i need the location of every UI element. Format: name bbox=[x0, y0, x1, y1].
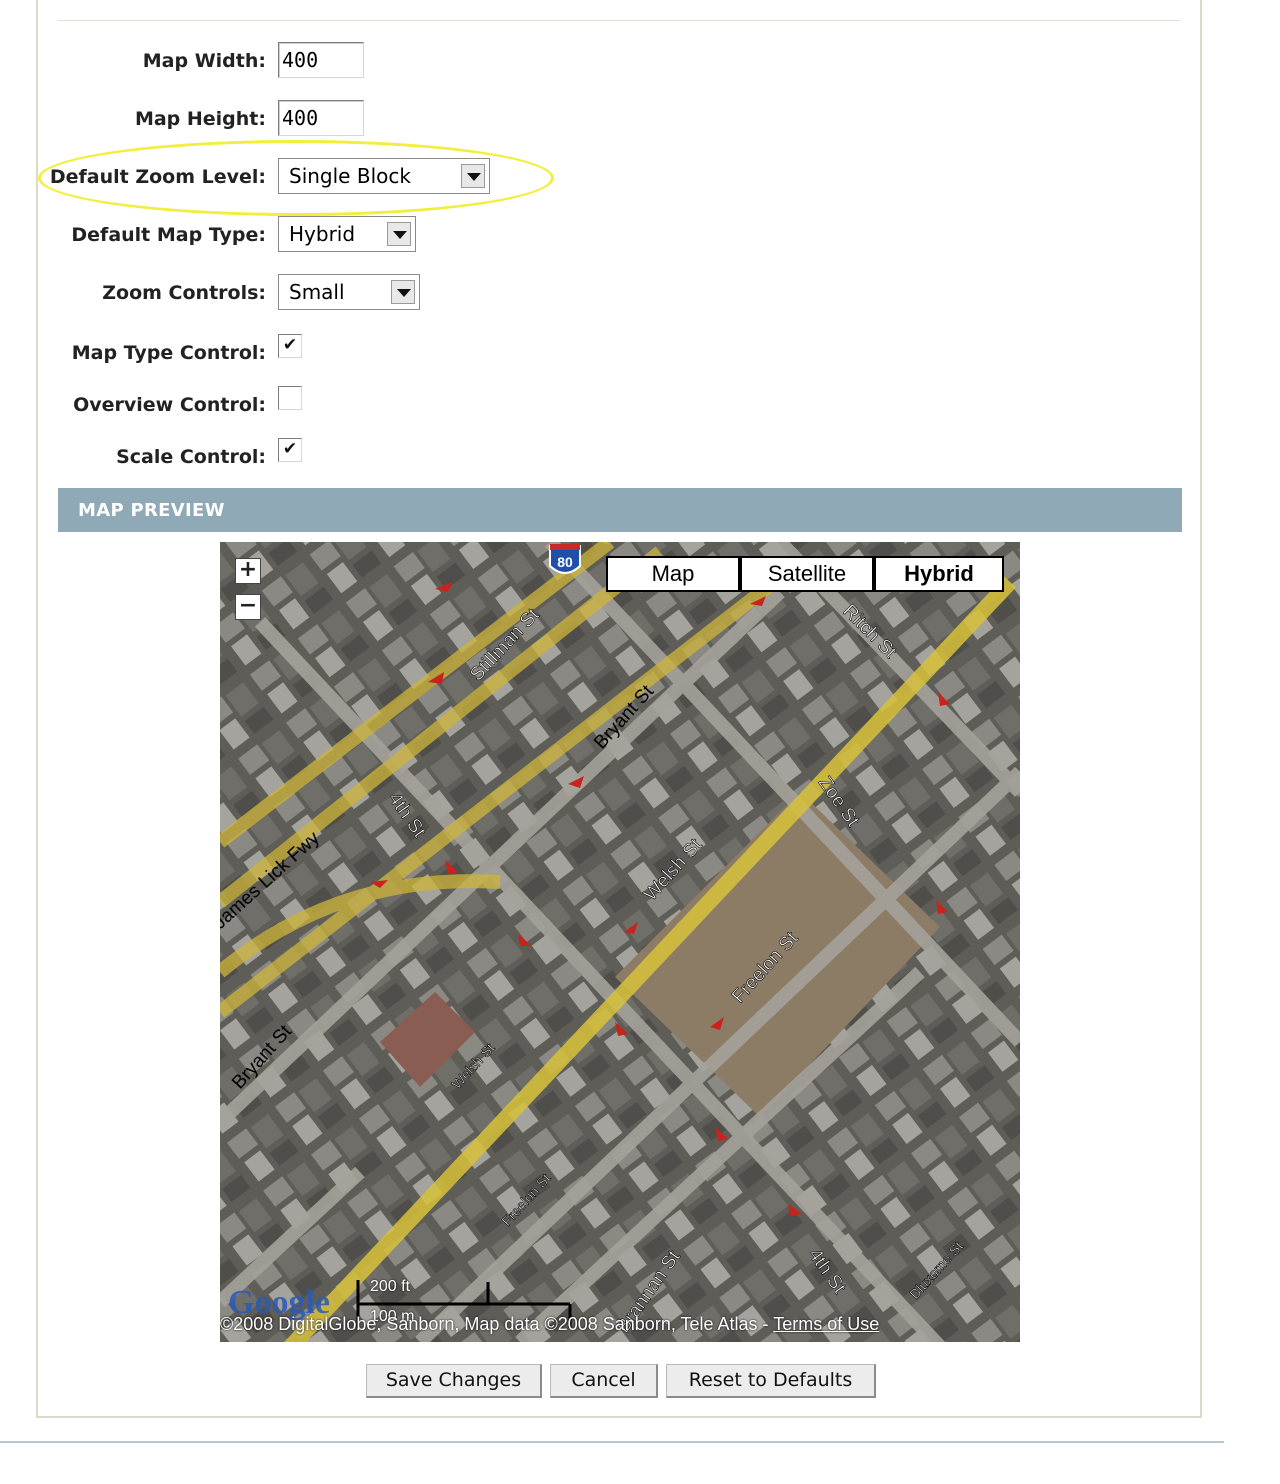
map-height-input[interactable]: 400 bbox=[278, 100, 364, 136]
cancel-button[interactable]: Cancel bbox=[550, 1364, 658, 1398]
top-divider bbox=[58, 20, 1180, 21]
zoom-controls-value: Small bbox=[289, 280, 345, 304]
map-preview[interactable]: Stillman St Ritch St Zoe St 4th St Welsh… bbox=[220, 542, 1020, 1342]
map-type-control-row: Map Type Control: ✔ bbox=[0, 334, 1280, 374]
map-type-satellite-button[interactable]: Satellite bbox=[740, 556, 874, 592]
zoom-in-button[interactable]: + bbox=[235, 558, 261, 584]
map-height-row: Map Height: 400 bbox=[0, 100, 1280, 140]
map-width-input[interactable]: 400 bbox=[278, 42, 364, 78]
map-preview-header: MAP PREVIEW bbox=[58, 488, 1182, 532]
terms-of-use-link[interactable]: Terms of Use bbox=[773, 1314, 879, 1334]
map-type-map-button[interactable]: Map bbox=[606, 556, 740, 592]
copyright-text: ©2008 DigitalGlobe, Sanborn, Map data ©2… bbox=[220, 1314, 774, 1334]
bottom-divider bbox=[0, 1441, 1224, 1443]
chevron-down-icon[interactable] bbox=[387, 222, 411, 246]
scale-feet-label: 200 ft bbox=[370, 1278, 411, 1295]
map-type-hybrid-button[interactable]: Hybrid bbox=[874, 556, 1004, 592]
default-map-type-value: Hybrid bbox=[289, 222, 356, 246]
scale-control-row: Scale Control: ✔ bbox=[0, 438, 1280, 478]
map-width-row: Map Width: 400 bbox=[0, 42, 1280, 82]
zoom-out-button[interactable]: − bbox=[235, 594, 261, 620]
scale-control-checkbox[interactable]: ✔ bbox=[278, 438, 302, 462]
map-preview-title: MAP PREVIEW bbox=[78, 500, 225, 521]
zoom-level-highlight-ellipse bbox=[38, 140, 554, 216]
reset-to-defaults-button[interactable]: Reset to Defaults bbox=[666, 1364, 876, 1398]
map-width-label: Map Width: bbox=[142, 50, 266, 72]
map-copyright: ©2008 DigitalGlobe, Sanborn, Map data ©2… bbox=[220, 1314, 879, 1335]
form-actions: Save Changes Cancel Reset to Defaults bbox=[0, 1364, 1280, 1400]
scale-control-label: Scale Control: bbox=[116, 446, 266, 468]
chevron-down-icon[interactable] bbox=[391, 280, 415, 304]
zoom-controls-row: Zoom Controls: Small bbox=[0, 274, 1280, 314]
zoom-controls-select[interactable]: Small bbox=[278, 274, 420, 310]
map-type-control-checkbox[interactable]: ✔ bbox=[278, 334, 302, 358]
map-height-label: Map Height: bbox=[134, 108, 266, 130]
overview-control-row: Overview Control: bbox=[0, 386, 1280, 426]
overview-control-label: Overview Control: bbox=[73, 394, 266, 416]
save-changes-button[interactable]: Save Changes bbox=[366, 1364, 542, 1398]
overview-control-checkbox[interactable] bbox=[278, 386, 302, 410]
map-type-control-label: Map Type Control: bbox=[71, 342, 266, 364]
default-map-type-row: Default Map Type: Hybrid bbox=[0, 216, 1280, 256]
satellite-imagery: Stillman St Ritch St Zoe St 4th St Welsh… bbox=[220, 542, 1020, 1342]
default-map-type-select[interactable]: Hybrid bbox=[278, 216, 416, 252]
zoom-controls-label: Zoom Controls: bbox=[102, 282, 266, 304]
default-map-type-label: Default Map Type: bbox=[71, 224, 266, 246]
interstate-shield-label: 80 bbox=[557, 554, 573, 570]
